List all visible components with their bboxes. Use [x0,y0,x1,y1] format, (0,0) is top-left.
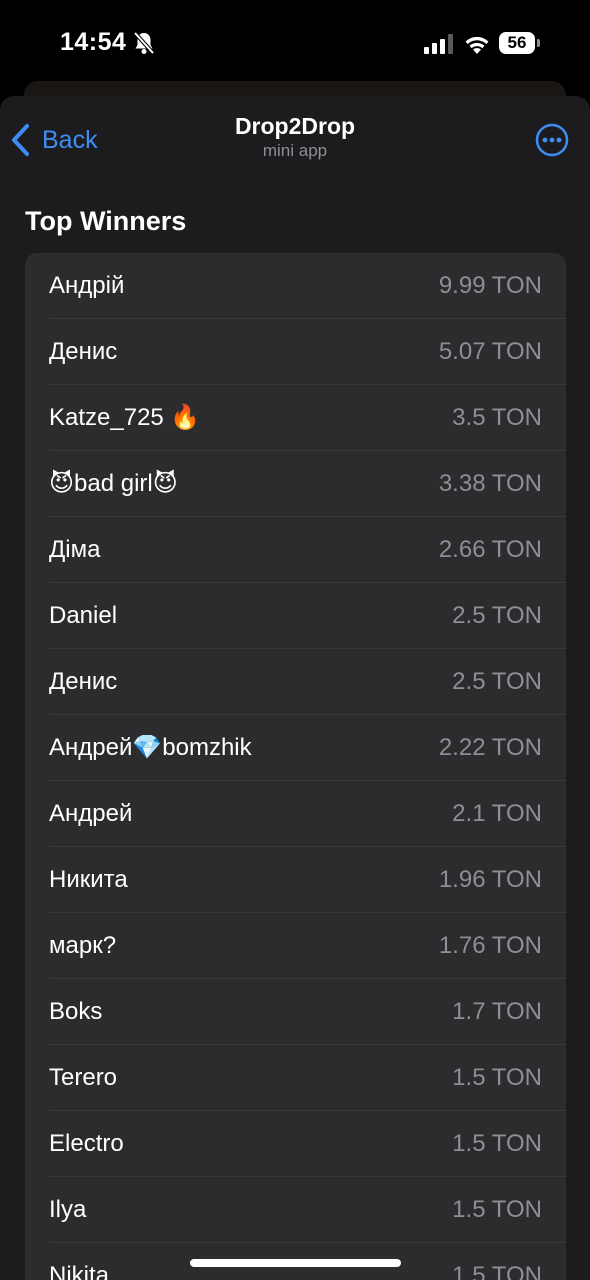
winner-amount: 2.5 TON [452,667,542,695]
winner-amount: 3.38 TON [438,469,542,497]
winner-name: Діма [49,535,101,563]
winner-row[interactable]: Terero 1.5 TON [49,1045,566,1111]
winner-amount: 1.76 TON [438,931,542,959]
winner-row[interactable]: Діма 2.66 TON [49,517,566,583]
cellular-signal-icon [424,34,453,54]
nav-title-group: Drop2Drop mini app [145,112,445,162]
nav-title: Drop2Drop [234,113,356,139]
winner-row[interactable]: марк? 1.76 TON [49,913,566,979]
mini-app-sheet: Back Drop2Drop mini app Top Winners Андр… [0,96,590,1280]
winner-name: Terero [49,1063,118,1091]
nav-subtitle: mini app [262,141,328,160]
winner-row[interactable]: Денис 5.07 TON [49,319,566,385]
chevron-left-icon [12,124,29,156]
winner-name: Денис [49,337,118,365]
winner-row[interactable]: Electro 1.5 TON [49,1111,566,1177]
winner-row[interactable]: Katze_725 🔥 3.5 TON [49,385,566,451]
wifi-icon [465,36,489,54]
winner-amount: 1.5 TON [452,1261,542,1280]
winner-name: Денис [49,667,118,695]
winner-row[interactable]: Daniel 2.5 TON [49,583,566,649]
battery-tip [537,39,540,47]
winner-amount: 1.96 TON [438,865,542,893]
winner-amount: 9.99 TON [438,271,542,299]
winner-row[interactable]: 😈bad girl😈 3.38 TON [49,451,566,517]
winner-name: 😈bad girl😈 [49,470,178,497]
winner-name: Nikita [49,1261,110,1280]
winner-amount: 1.5 TON [452,1063,542,1091]
winners-list: Андрій 9.99 TON Денис 5.07 TON Katze_725 🔥 3.… [25,253,566,1280]
winner-name: Boks [49,997,103,1025]
winner-amount: 1.5 TON [452,1129,542,1157]
winner-name: Андрей [49,799,133,827]
status-time: 14:54 [60,28,127,56]
home-indicator[interactable] [190,1259,401,1267]
winner-row[interactable]: Ilya 1.5 TON [49,1177,566,1243]
winner-amount: 1.5 TON [452,1195,542,1223]
winner-row[interactable]: Никита 1.96 TON [49,847,566,913]
winner-amount: 2.5 TON [452,601,542,629]
winner-name: Katze_725 🔥 [49,404,201,431]
more-options-icon[interactable] [535,123,569,157]
winner-name: Daniel [49,601,118,629]
back-label: Back [42,125,98,154]
battery-indicator: 56 [499,32,535,54]
winner-amount: 1.7 TON [452,997,542,1025]
nav-bar: Back Drop2Drop mini app [0,96,590,186]
bell-slash-icon [133,31,155,55]
winner-amount: 2.66 TON [438,535,542,563]
winner-name: марк? [49,931,117,959]
status-bar: 14:54 56 [0,0,590,86]
winner-name: Андрій [49,271,125,299]
winner-name: Electro [49,1129,124,1157]
section-title: Top Winners [25,206,187,236]
winner-amount: 2.22 TON [438,733,542,761]
winner-name: Андрей💎bomzhik [49,734,252,761]
winner-row[interactable]: Boks 1.7 TON [49,979,566,1045]
winner-row[interactable]: Андрей 2.1 TON [49,781,566,847]
winner-amount: 3.5 TON [452,403,542,431]
winner-row[interactable]: Денис 2.5 TON [49,649,566,715]
back-button[interactable]: Back [10,120,98,160]
winner-amount: 2.1 TON [452,799,542,827]
winner-amount: 5.07 TON [438,337,542,365]
winner-row[interactable]: Андрій 9.99 TON [49,253,566,319]
winner-name: Ilya [49,1195,87,1223]
winner-row[interactable]: Андрей💎bomzhik 2.22 TON [49,715,566,781]
winner-name: Никита [49,865,128,893]
screen: 14:54 56 Back Drop2Drop mini app Top Win… [0,0,590,1280]
